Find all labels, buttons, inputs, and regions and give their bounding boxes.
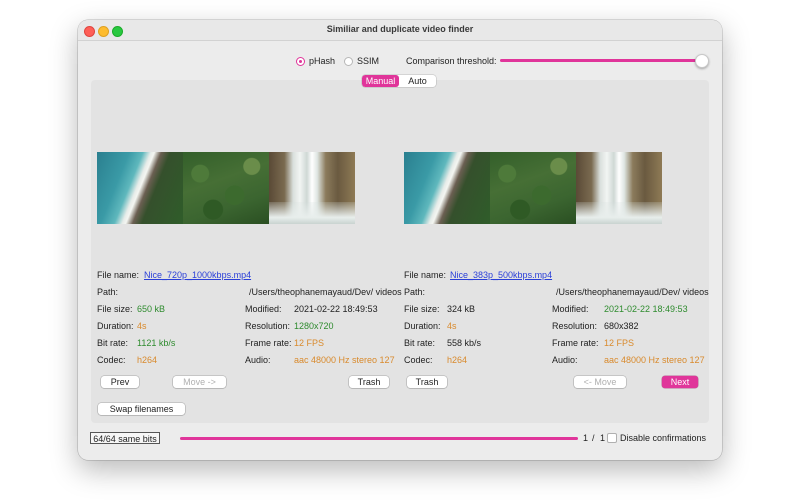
- threshold-label: Comparison threshold:: [406, 56, 497, 66]
- disable-confirmations-label: Disable confirmations: [620, 433, 707, 443]
- left-codec-label: Codec:: [97, 355, 126, 365]
- total-count: 1: [600, 433, 606, 443]
- left-modified-label: Modified:: [245, 304, 282, 314]
- left-file-size-value: 650 kB: [137, 304, 166, 314]
- left-bit-rate-label: Bit rate:: [97, 338, 129, 348]
- right-path-label: Path:: [404, 287, 426, 297]
- right-frame-rate-value: 12 FPS: [604, 338, 635, 348]
- right-file-size-value: 324 kB: [447, 304, 476, 314]
- swap-filenames-button[interactable]: Swap filenames: [98, 403, 185, 415]
- left-duration-label: Duration:: [97, 321, 134, 331]
- left-audio-value: aac 48000 Hz stereo 127 k: [294, 355, 397, 365]
- left-trash-button[interactable]: Trash: [349, 376, 389, 388]
- right-audio-value: aac 48000 Hz stereo 127: [604, 355, 705, 365]
- thumbnail-frame: [269, 152, 355, 224]
- left-modified-value: 2021-02-22 18:49:53: [294, 304, 378, 314]
- left-thumbnail-strip: [97, 152, 355, 224]
- left-path-label: Path:: [97, 287, 119, 297]
- right-bit-rate-value: 558 kb/s: [447, 338, 482, 348]
- thumbnail-frame: [97, 152, 183, 224]
- thumbnail-frame: [183, 152, 269, 224]
- right-file-name-label: File name:: [404, 270, 447, 280]
- disable-confirmations-checkbox[interactable]: [607, 433, 617, 443]
- right-modified-label: Modified:: [552, 304, 589, 314]
- progress-bar: [180, 437, 578, 440]
- right-trash-button[interactable]: Trash: [407, 376, 447, 388]
- move-left-button[interactable]: <- Move: [574, 376, 626, 388]
- left-bit-rate-value: 1121 kb/s: [137, 338, 176, 348]
- ssim-radio[interactable]: [344, 57, 353, 66]
- left-frame-rate-label: Frame rate:: [245, 338, 292, 348]
- phash-label: pHash: [309, 56, 336, 66]
- index-separator: /: [592, 433, 595, 443]
- left-duration-value: 4s: [137, 321, 147, 331]
- thumbnail-frame: [490, 152, 576, 224]
- right-audio-label: Audio:: [552, 355, 578, 365]
- thumbnail-frame: [404, 152, 490, 224]
- left-audio-label: Audio:: [245, 355, 271, 365]
- threshold-slider-track[interactable]: [500, 59, 700, 62]
- window-title: Similiar and duplicate video finder: [326, 24, 474, 34]
- current-index: 1: [583, 433, 589, 443]
- right-codec-value: h264: [447, 355, 468, 365]
- app-window: Similiar and duplicate video finder pHas…: [78, 20, 722, 460]
- right-codec-label: Codec:: [404, 355, 433, 365]
- comparison-panel: [91, 80, 709, 423]
- left-resolution-value: 1280x720: [294, 321, 334, 331]
- right-duration-label: Duration:: [404, 321, 441, 331]
- mode-segmented-control: Manual Auto: [362, 75, 436, 87]
- thumbnail-frame: [576, 152, 662, 224]
- right-resolution-label: Resolution:: [552, 321, 598, 331]
- threshold-slider-knob[interactable]: [695, 54, 709, 68]
- right-resolution-value: 680x382: [604, 321, 639, 331]
- left-file-name-label: File name:: [97, 270, 140, 280]
- right-path-value: /Users/theophanemayaud/Dev/ videos: [556, 287, 709, 297]
- right-duration-value: 4s: [447, 321, 457, 331]
- right-modified-value: 2021-02-22 18:49:53: [604, 304, 688, 314]
- left-frame-rate-value: 12 FPS: [294, 338, 325, 348]
- ssim-label: SSIM: [357, 56, 380, 66]
- right-file-name-link[interactable]: Nice_383p_500kbps.mp4: [450, 270, 552, 280]
- left-codec-value: h264: [137, 355, 158, 365]
- tab-manual[interactable]: Manual: [362, 75, 399, 87]
- phash-radio[interactable]: [296, 57, 305, 66]
- tab-auto[interactable]: Auto: [399, 75, 436, 87]
- right-thumbnail-strip: [404, 152, 662, 224]
- title-bar: Similiar and duplicate video finder: [78, 20, 722, 41]
- right-file-size-label: File size:: [404, 304, 440, 314]
- left-file-size-label: File size:: [97, 304, 133, 314]
- right-frame-rate-label: Frame rate:: [552, 338, 599, 348]
- move-right-button[interactable]: Move ->: [173, 376, 226, 388]
- right-bit-rate-label: Bit rate:: [404, 338, 436, 348]
- left-path-value: /Users/theophanemayaud/Dev/ videos: [249, 287, 402, 297]
- left-file-name-link[interactable]: Nice_720p_1000kbps.mp4: [144, 270, 251, 280]
- left-resolution-label: Resolution:: [245, 321, 291, 331]
- same-bits-indicator: 64/64 same bits: [90, 432, 160, 444]
- next-button[interactable]: Next: [662, 376, 698, 388]
- prev-button[interactable]: Prev: [101, 376, 139, 388]
